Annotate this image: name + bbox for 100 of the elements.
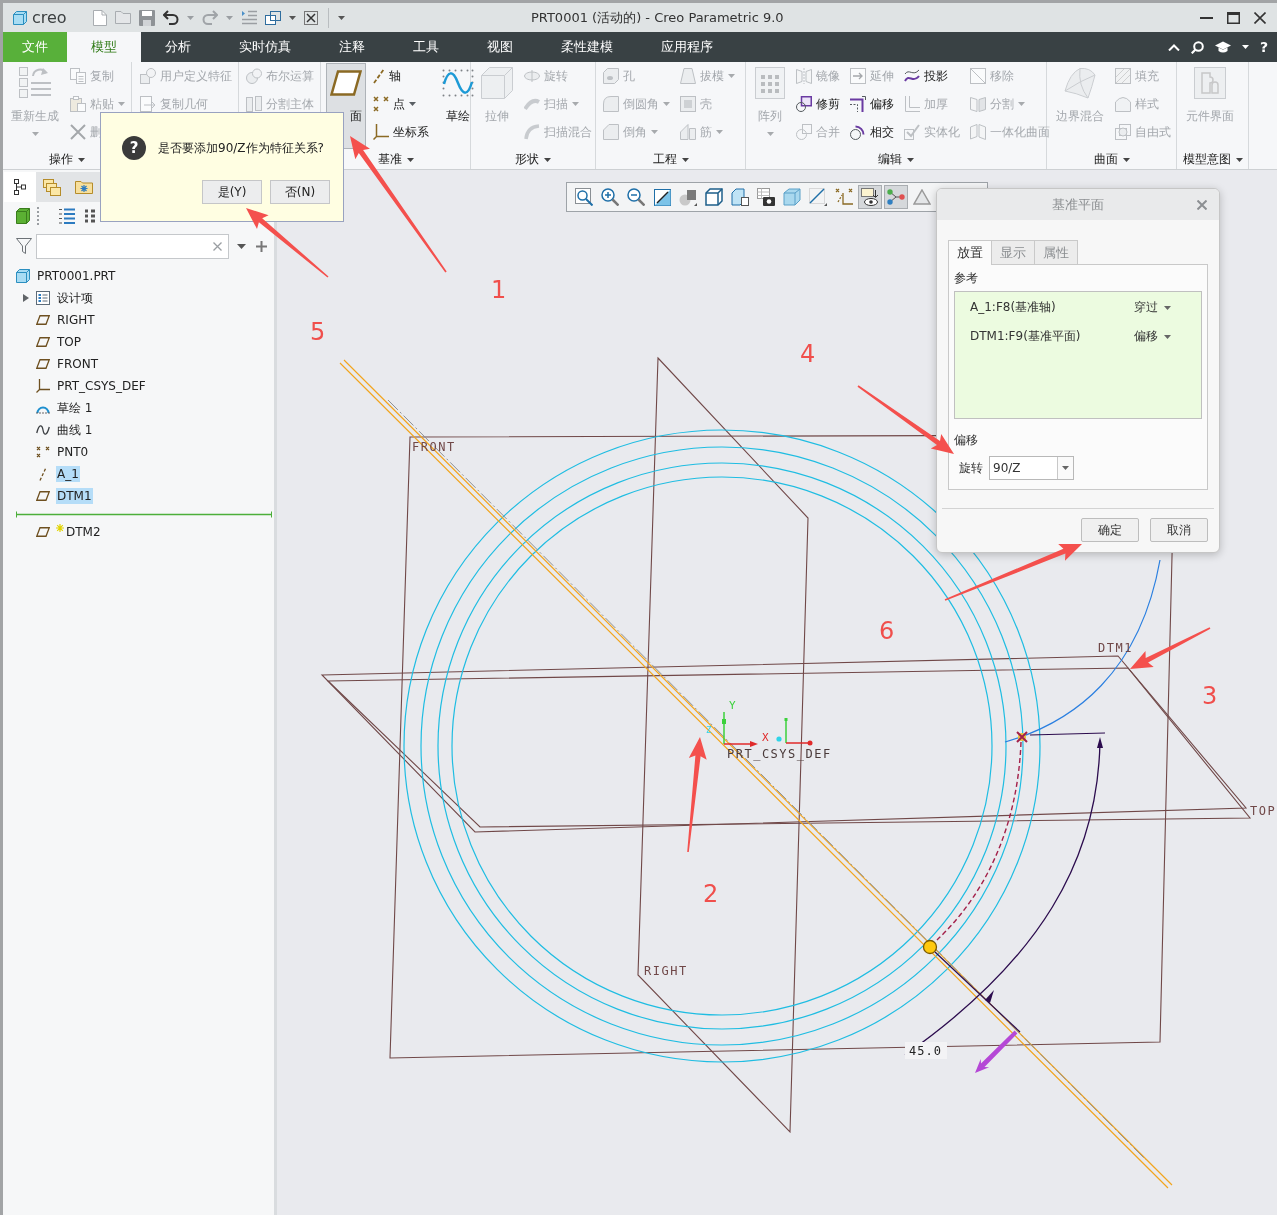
group-menu-button[interactable]: 操作 [49, 151, 85, 168]
plus-icon[interactable] [256, 240, 267, 252]
caret-icon[interactable] [406, 157, 414, 162]
caret-icon[interactable] [1241, 45, 1249, 49]
tree-item[interactable]: RIGHT [56, 312, 96, 328]
clear-icon[interactable] [213, 241, 222, 251]
view-toolbar-button[interactable] [858, 185, 882, 209]
caret-icon[interactable] [78, 157, 85, 162]
maximize-icon[interactable] [1227, 11, 1240, 24]
dialog-button[interactable]: 否(N) [270, 180, 330, 204]
view-toolbar-button[interactable] [728, 185, 752, 209]
tree-item[interactable]: FRONT [56, 356, 99, 372]
ribbon-button[interactable]: 坐标系 [372, 118, 432, 146]
group-menu-button[interactable]: 基准 [377, 151, 414, 168]
ribbon-button[interactable]: 点 [372, 90, 419, 118]
tree-item[interactable]: 设计项 [56, 288, 94, 308]
undo-icon[interactable] [163, 10, 179, 25]
dropdown-button[interactable] [1057, 457, 1073, 479]
panel-tab[interactable] [4, 172, 36, 202]
list-icon[interactable] [59, 208, 75, 224]
chevron-up-icon[interactable] [1167, 43, 1180, 51]
ribbon-tab[interactable]: 应用程序 [637, 32, 737, 62]
graduation-cap-icon[interactable] [1214, 41, 1231, 53]
clipboard-icon [70, 96, 86, 112]
rotation-combo[interactable]: 90/Z [989, 456, 1074, 480]
tree-item[interactable]: DTM2 [65, 524, 102, 540]
dialog-button[interactable]: 是(Y) [202, 180, 262, 204]
ribbon-button[interactable]: 偏移 [849, 90, 897, 118]
tree-item[interactable]: A_1 [56, 466, 80, 482]
tree-item[interactable]: 曲线 1 [56, 420, 94, 440]
ribbon-tab[interactable]: 工具 [389, 32, 463, 62]
caret-icon[interactable] [1164, 334, 1171, 339]
group-menu-button[interactable]: 工程 [652, 151, 689, 168]
ribbon-tab[interactable]: 模型 [67, 32, 141, 62]
point-marker-icon[interactable] [1016, 731, 1028, 743]
ribbon-button[interactable]: 相交 [849, 118, 897, 146]
ribbon-tab[interactable]: 实时仿真 [215, 32, 315, 62]
ribbon-button[interactable]: 轴 [372, 62, 404, 90]
triad-marker[interactable] [776, 718, 813, 746]
caret-icon[interactable] [544, 157, 551, 162]
group-menu-button[interactable]: 模型意图 [1182, 151, 1243, 168]
dialog-tab[interactable]: 放置 [948, 240, 992, 265]
search-icon[interactable] [1190, 40, 1204, 54]
caret-icon[interactable] [1122, 157, 1130, 162]
caret-icon[interactable] [1062, 466, 1069, 470]
tree-item[interactable]: PRT_CSYS_DEF [56, 378, 147, 394]
close-window-icon[interactable] [304, 10, 318, 25]
ribbon-tab[interactable]: 视图 [463, 32, 537, 62]
reference-item[interactable]: A_1:F8(基准轴) [970, 300, 1056, 314]
point-handle-icon[interactable] [922, 939, 938, 955]
triangle-icon [913, 189, 931, 205]
view-toolbar-button[interactable] [702, 185, 726, 209]
overlapping-windows-icon[interactable] [265, 10, 281, 25]
ribbon-tab[interactable]: 柔性建模 [537, 32, 637, 62]
ribbon-button[interactable]: 修剪 [795, 90, 843, 118]
tree-item[interactable]: TOP [56, 334, 82, 350]
group-menu-button[interactable]: 编辑 [878, 151, 914, 168]
search-field[interactable] [36, 233, 229, 259]
cube-icon[interactable] [16, 208, 30, 224]
ribbon-tab[interactable]: 分析 [141, 32, 215, 62]
caret-icon[interactable] [681, 157, 689, 162]
drag-arrow[interactable] [975, 1030, 1018, 1073]
reference-item[interactable]: DTM1:F9(基准平面) [970, 329, 1081, 343]
caret-icon[interactable] [907, 157, 914, 162]
dialog-button[interactable]: 确定 [1081, 518, 1139, 542]
view-toolbar-button[interactable] [754, 185, 778, 209]
mirror-halves-icon [796, 68, 812, 84]
group-menu-button[interactable]: 曲面 [1093, 151, 1130, 168]
insert-marker[interactable] [16, 510, 272, 518]
group-menu-button[interactable]: 形状 [515, 151, 551, 168]
constraint-dropdown[interactable]: 穿过 [1134, 299, 1171, 316]
tree-item[interactable]: PRT0001.PRT [36, 268, 117, 284]
expand-icon[interactable] [22, 294, 30, 302]
save-icon[interactable] [139, 9, 155, 26]
ribbon-button[interactable]: 草绘 [438, 63, 478, 149]
tree-item[interactable]: PNT0 [56, 444, 90, 460]
columns-icon[interactable] [85, 209, 95, 223]
caret-icon[interactable] [409, 102, 416, 106]
dialog-button[interactable]: 取消 [1150, 518, 1208, 542]
dialog-title: 基准平面 [1052, 195, 1104, 214]
tree-item[interactable]: 草绘 1 [56, 398, 94, 418]
help-button[interactable]: ? [1259, 39, 1268, 55]
close-icon[interactable] [1254, 11, 1266, 24]
dashed-line-icon [39, 467, 47, 481]
view-toolbar-button[interactable] [598, 185, 622, 209]
ribbon-tab[interactable]: 注释 [315, 32, 389, 62]
csys-axes[interactable] [722, 711, 758, 747]
tree-item[interactable]: DTM1 [56, 488, 93, 504]
caret-icon[interactable] [1164, 305, 1171, 310]
minimize-icon[interactable] [1200, 16, 1213, 19]
caret-icon[interactable] [289, 15, 296, 20]
filter-icon[interactable] [16, 238, 32, 254]
dimension-label[interactable]: 45.0 [905, 1042, 947, 1059]
caret-icon[interactable] [1235, 157, 1243, 162]
ribbon-button[interactable]: 投影 [903, 62, 951, 90]
constraint-dropdown[interactable]: 偏移 [1134, 328, 1171, 345]
caret-icon[interactable] [338, 15, 345, 20]
caret-icon[interactable] [237, 243, 246, 249]
sketch-arc[interactable] [1004, 559, 1161, 743]
view-toolbar-button[interactable] [624, 185, 648, 209]
